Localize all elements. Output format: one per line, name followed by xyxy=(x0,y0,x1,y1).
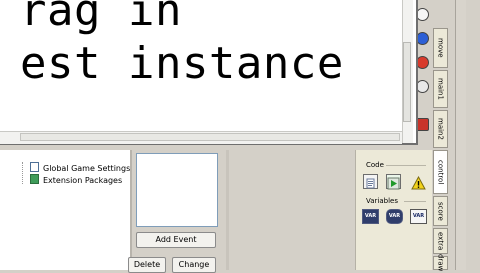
puzzle-icon xyxy=(30,174,39,184)
event-panel-edge xyxy=(226,150,229,270)
code-group-label: Code xyxy=(366,161,384,169)
tab-draw[interactable]: draw xyxy=(433,254,448,272)
event-list[interactable] xyxy=(136,153,218,227)
tab-label: control xyxy=(436,159,445,185)
test-variable-icon[interactable]: VAR xyxy=(386,209,403,224)
tree-item-extension-packages[interactable]: Extension Packages xyxy=(30,174,122,186)
variables-group-label: Variables xyxy=(366,197,398,205)
tab-move[interactable]: move xyxy=(433,28,448,68)
tab-main2[interactable]: main2 xyxy=(433,110,448,148)
warning-icon[interactable] xyxy=(411,175,426,190)
tab-label: score xyxy=(436,201,445,221)
tab-score[interactable]: score xyxy=(433,196,448,226)
checklist-icon xyxy=(30,162,39,172)
add-event-button[interactable]: Add Event xyxy=(136,232,216,248)
code-line: rag in xyxy=(20,0,182,36)
code-line: est instance xyxy=(20,38,344,89)
tree-item-label: Global Game Settings xyxy=(43,164,131,173)
tab-label: main1 xyxy=(436,78,445,100)
tab-control[interactable]: control xyxy=(433,150,448,194)
tab-label: draw xyxy=(436,254,445,272)
execute-script-icon[interactable] xyxy=(386,174,401,190)
panel-divider[interactable] xyxy=(130,150,132,270)
code-editor[interactable]: rag in est instance xyxy=(0,0,418,145)
window-scrollbar[interactable] xyxy=(455,0,466,270)
execute-code-icon[interactable] xyxy=(363,174,378,189)
tab-extra[interactable]: extra xyxy=(433,228,448,254)
tab-label: move xyxy=(436,38,445,58)
tab-label: main2 xyxy=(436,118,445,140)
editor-vertical-scroll-thumb[interactable] xyxy=(403,42,411,122)
divider xyxy=(386,165,426,166)
tab-label: extra xyxy=(436,231,445,251)
draw-variable-icon[interactable]: VAR xyxy=(410,209,427,224)
tree-item-label: Extension Packages xyxy=(43,176,123,185)
editor-horizontal-scroll-thumb[interactable] xyxy=(20,133,400,141)
delete-button[interactable]: Delete xyxy=(128,257,166,273)
divider xyxy=(404,201,426,202)
tree-item-global-game-settings[interactable]: Global Game Settings xyxy=(30,162,130,174)
change-button[interactable]: Change xyxy=(172,257,216,273)
set-variable-icon[interactable]: VAR xyxy=(362,209,379,224)
tab-main1[interactable]: main1 xyxy=(433,70,448,108)
